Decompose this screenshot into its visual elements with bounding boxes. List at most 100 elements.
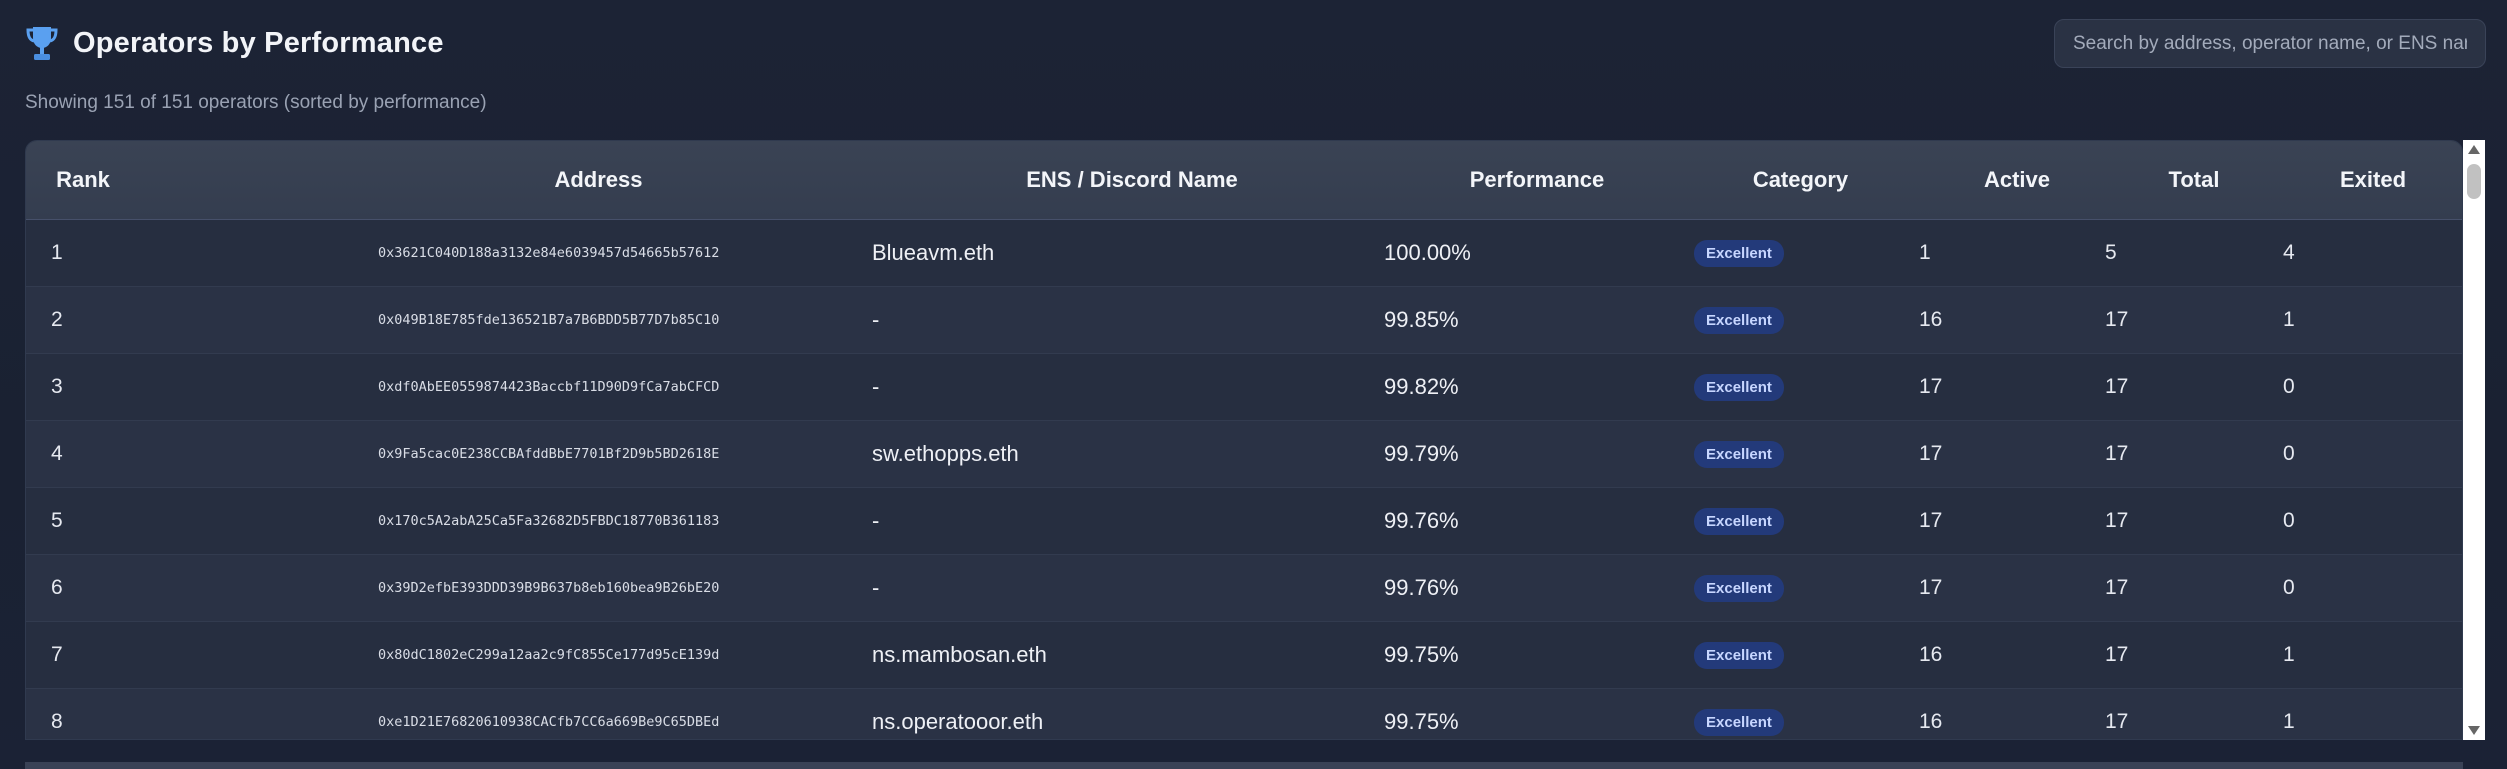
cell-performance: 99.75% [1384, 709, 1459, 734]
cell-category: Excellent [1682, 239, 1919, 267]
cell-total: 17 [2105, 509, 2129, 532]
page-header: Operators by Performance [25, 22, 444, 64]
cell-exited: 1 [2283, 308, 2295, 331]
cell-address[interactable]: 0x80dC1802eC299a12aa2c9fC855Ce177d95cE13… [190, 647, 847, 663]
column-header-category[interactable]: Category [1682, 167, 1919, 193]
cell-ens: sw.ethopps.eth [872, 441, 1019, 466]
cell-category: Excellent [1682, 574, 1919, 602]
cell-active: 17 [1919, 442, 1943, 465]
table-body: 1 0x3621C040D188a3132e84e6039457d54665b5… [26, 220, 2462, 739]
column-header-active[interactable]: Active [1919, 167, 2105, 193]
trophy-icon [26, 27, 58, 60]
table-row[interactable]: 1 0x3621C040D188a3132e84e6039457d54665b5… [26, 220, 2462, 287]
cell-ens: Blueavm.eth [872, 240, 995, 265]
cell-active: 1 [1919, 241, 1931, 264]
cell-total: 17 [2105, 442, 2129, 465]
cell-exited: 0 [2283, 509, 2295, 532]
cell-exited: 0 [2283, 442, 2295, 465]
column-header-exited[interactable]: Exited [2283, 167, 2433, 193]
cell-rank: 7 [51, 643, 63, 666]
cell-active: 17 [1919, 509, 1943, 532]
cell-exited: 4 [2283, 241, 2295, 264]
cell-performance: 99.85% [1384, 307, 1459, 332]
cell-exited: 1 [2283, 643, 2295, 666]
cell-active: 16 [1919, 308, 1943, 331]
cell-category: Excellent [1682, 708, 1919, 736]
cell-total: 17 [2105, 375, 2129, 398]
cell-active: 16 [1919, 643, 1943, 666]
category-badge: Excellent [1694, 373, 1784, 401]
cell-rank: 6 [51, 576, 63, 599]
cell-performance: 99.76% [1384, 575, 1459, 600]
operators-table: Rank Address ENS / Discord Name Performa… [25, 140, 2463, 740]
cell-rank: 8 [51, 710, 63, 733]
scrollbar-thumb[interactable] [2467, 164, 2481, 199]
cell-ens: - [872, 307, 880, 332]
cell-total: 17 [2105, 576, 2129, 599]
category-badge: Excellent [1694, 440, 1784, 468]
category-badge: Excellent [1694, 507, 1784, 535]
cell-address[interactable]: 0x9Fa5cac0E238CCBAfddBbE7701Bf2D9b5BD261… [190, 446, 847, 462]
cell-total: 17 [2105, 643, 2129, 666]
scroll-up-arrow-icon[interactable] [2468, 145, 2480, 154]
cell-ens: - [872, 575, 880, 600]
horizontal-scrollbar[interactable] [25, 762, 2463, 769]
cell-performance: 99.75% [1384, 642, 1459, 667]
cell-ens: ns.mambosan.eth [872, 642, 1047, 667]
cell-performance: 99.82% [1384, 374, 1459, 399]
table-header: Rank Address ENS / Discord Name Performa… [26, 141, 2462, 220]
cell-category: Excellent [1682, 507, 1919, 535]
column-header-address[interactable]: Address [190, 167, 847, 193]
cell-category: Excellent [1682, 440, 1919, 468]
search-input[interactable] [2054, 19, 2486, 68]
cell-ens: - [872, 374, 880, 399]
cell-ens: ns.operatooor.eth [872, 709, 1044, 734]
cell-rank: 5 [51, 509, 63, 532]
cell-address[interactable]: 0x3621C040D188a3132e84e6039457d54665b576… [190, 245, 847, 261]
column-header-performance[interactable]: Performance [1382, 167, 1682, 193]
cell-total: 17 [2105, 710, 2129, 733]
cell-active: 17 [1919, 375, 1943, 398]
table-row[interactable]: 7 0x80dC1802eC299a12aa2c9fC855Ce177d95cE… [26, 622, 2462, 689]
cell-rank: 4 [51, 442, 63, 465]
cell-exited: 0 [2283, 576, 2295, 599]
table-row[interactable]: 6 0x39D2efbE393DDD39B9B637b8eb160bea9B26… [26, 555, 2462, 622]
cell-performance: 99.79% [1384, 441, 1459, 466]
cell-performance: 99.76% [1384, 508, 1459, 533]
table-row[interactable]: 3 0xdf0AbEE0559874423Baccbf11D90D9fCa7ab… [26, 354, 2462, 421]
cell-category: Excellent [1682, 641, 1919, 669]
table-row[interactable]: 2 0x049B18E785fde136521B7a7B6BDD5B77D7b8… [26, 287, 2462, 354]
cell-rank: 3 [51, 375, 63, 398]
category-badge: Excellent [1694, 574, 1784, 602]
cell-exited: 1 [2283, 710, 2295, 733]
scroll-down-arrow-icon[interactable] [2468, 726, 2480, 735]
column-header-rank[interactable]: Rank [26, 167, 190, 193]
page-title: Operators by Performance [73, 26, 444, 59]
cell-category: Excellent [1682, 306, 1919, 334]
table-row[interactable]: 8 0xe1D21E76820610938CACfb7CC6a669Be9C65… [26, 689, 2462, 739]
cell-rank: 1 [51, 241, 63, 264]
cell-address[interactable]: 0x049B18E785fde136521B7a7B6BDD5B77D7b85C… [190, 312, 847, 328]
category-badge: Excellent [1694, 641, 1784, 669]
cell-address[interactable]: 0xdf0AbEE0559874423Baccbf11D90D9fCa7abCF… [190, 379, 847, 395]
cell-category: Excellent [1682, 373, 1919, 401]
table-row[interactable]: 5 0x170c5A2abA25Ca5Fa32682D5FBDC18770B36… [26, 488, 2462, 555]
cell-address[interactable]: 0x39D2efbE393DDD39B9B637b8eb160bea9B26bE… [190, 580, 847, 596]
category-badge: Excellent [1694, 708, 1784, 736]
table-row[interactable]: 4 0x9Fa5cac0E238CCBAfddBbE7701Bf2D9b5BD2… [26, 421, 2462, 488]
column-header-total[interactable]: Total [2105, 167, 2283, 193]
cell-ens: - [872, 508, 880, 533]
cell-total: 5 [2105, 241, 2117, 264]
vertical-scrollbar[interactable] [2463, 140, 2485, 740]
cell-rank: 2 [51, 308, 63, 331]
cell-active: 16 [1919, 710, 1943, 733]
cell-address[interactable]: 0xe1D21E76820610938CACfb7CC6a669Be9C65DB… [190, 714, 847, 730]
cell-active: 17 [1919, 576, 1943, 599]
cell-performance: 100.00% [1384, 240, 1471, 265]
cell-total: 17 [2105, 308, 2129, 331]
results-summary: Showing 151 of 151 operators (sorted by … [25, 92, 487, 113]
cell-address[interactable]: 0x170c5A2abA25Ca5Fa32682D5FBDC18770B3611… [190, 513, 847, 529]
column-header-ens[interactable]: ENS / Discord Name [847, 167, 1382, 193]
cell-exited: 0 [2283, 375, 2295, 398]
category-badge: Excellent [1694, 239, 1784, 267]
